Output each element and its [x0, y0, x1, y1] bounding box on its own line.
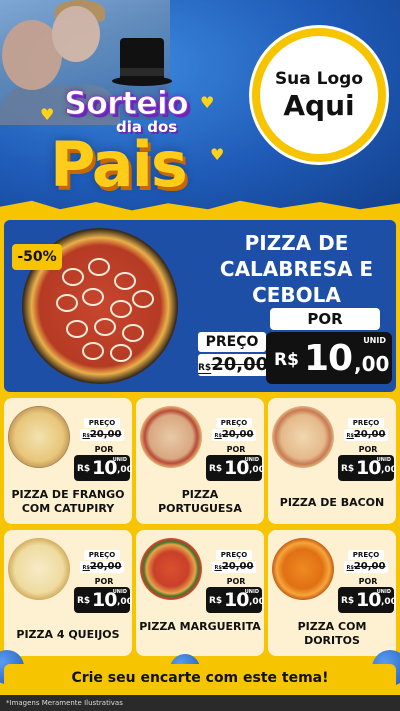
- preco-label: PREÇO: [216, 550, 252, 560]
- price-integer: 10: [304, 338, 353, 379]
- price-tag: UNID R$ 10,00: [74, 587, 132, 613]
- price-tag: UNID R$ 10,00: [338, 455, 396, 481]
- price-tag: UNID R$ 10,00: [206, 587, 264, 613]
- product-name: PIZZA COM DORITOS: [297, 620, 367, 647]
- preco-label: PREÇO: [348, 550, 384, 560]
- currency: R$: [274, 350, 299, 370]
- heart-icon: ♥: [200, 93, 215, 112]
- old-price: R$20,00: [212, 561, 256, 573]
- portuguesa-pizza-image: [140, 406, 202, 468]
- marguerita-pizza-image: [140, 538, 202, 600]
- por-label: POR: [358, 577, 378, 586]
- price-tag: UNID R$ 10,00: [206, 455, 264, 481]
- top-hat-icon: [112, 38, 172, 88]
- preco-label: PREÇO: [84, 550, 120, 560]
- bacon-pizza-image: [272, 406, 334, 468]
- por-label: POR: [226, 445, 246, 454]
- doritos-pizza-image: [272, 538, 334, 600]
- product-card[interactable]: PREÇO R$20,00 POR UNID R$ 10,00 PIZZA MARG…: [136, 530, 264, 656]
- logo-text-line1: Sua Logo: [274, 68, 364, 89]
- cta-banner[interactable]: Crie seu encarte com este tema!: [4, 664, 396, 692]
- old-price: R$20,00: [80, 561, 124, 573]
- preco-label: PREÇO: [198, 332, 266, 352]
- product-name: PIZZA MARGUERITA: [139, 620, 261, 633]
- preco-label: PREÇO: [216, 418, 252, 428]
- title-pais: Pais: [50, 128, 188, 201]
- logo-placeholder[interactable]: Sua Logo Aqui: [252, 28, 386, 162]
- por-label: POR: [94, 445, 114, 454]
- price-tag: UNID R$ 10,00: [338, 587, 396, 613]
- product-name: PIZZA DE BACON: [279, 496, 385, 509]
- unit-label: UNID: [363, 336, 386, 345]
- price-tag: UNID R$ 10,00: [74, 455, 132, 481]
- header-banner: ♥ ♥ ♥ Sorteio dia dos Pais Sua Logo Aqui: [0, 0, 400, 216]
- frango-catupiry-pizza-image: [8, 406, 70, 468]
- old-price: R$20,00: [80, 429, 124, 441]
- featured-product-name: PIZZA DE CALABRESA E CEBOLA: [219, 231, 374, 307]
- featured-product[interactable]: -50% PIZZA DE CALABRESA E CEBOLA POR PRE…: [4, 220, 396, 392]
- product-card[interactable]: PREÇO R$20,00 POR UNID R$ 10,00 PIZZA 4 QU…: [4, 530, 132, 656]
- por-label: POR: [270, 308, 380, 330]
- product-name: PIZZA PORTUGUESA: [158, 488, 242, 515]
- product-card[interactable]: PREÇO R$20,00 POR UNID R$ 10,00 PIZZA DE B…: [268, 398, 396, 524]
- disclaimer-footer: *Imagens Meramente Ilustrativas: [0, 695, 400, 711]
- heart-icon: ♥: [210, 145, 225, 164]
- product-name: PIZZA 4 QUEIJOS: [16, 628, 120, 641]
- old-price: R$20,00: [212, 429, 256, 441]
- old-price: R$20,00: [344, 429, 388, 441]
- por-label: POR: [358, 445, 378, 454]
- heart-icon: ♥: [40, 105, 55, 124]
- product-card[interactable]: PREÇO R$20,00 POR UNID R$ 10,00 PIZZA COM …: [268, 530, 396, 656]
- old-price-box: PREÇO R$20,00: [198, 332, 268, 376]
- product-card[interactable]: PREÇO R$20,00 POR UNID R$ 10,00 PIZZA DE F…: [4, 398, 132, 524]
- product-card[interactable]: PREÇO R$20,00 POR UNID R$ 10,00 PIZZA PORT…: [136, 398, 264, 524]
- old-price: R$20,00: [198, 354, 269, 376]
- product-name: PIZZA DE FRANGO COM CATUPIRY: [11, 488, 125, 515]
- preco-label: PREÇO: [84, 418, 120, 428]
- discount-badge: -50%: [12, 244, 62, 270]
- por-label: POR: [94, 577, 114, 586]
- por-label: POR: [226, 577, 246, 586]
- old-price: R$20,00: [344, 561, 388, 573]
- title-sorteio: Sorteio: [64, 84, 190, 123]
- featured-price-tag: UNID R$ 10 ,00: [266, 332, 392, 384]
- logo-text-line2: Aqui: [283, 88, 355, 122]
- preco-label: PREÇO: [348, 418, 384, 428]
- price-decimal: ,00: [354, 352, 390, 376]
- quatro-queijos-pizza-image: [8, 538, 70, 600]
